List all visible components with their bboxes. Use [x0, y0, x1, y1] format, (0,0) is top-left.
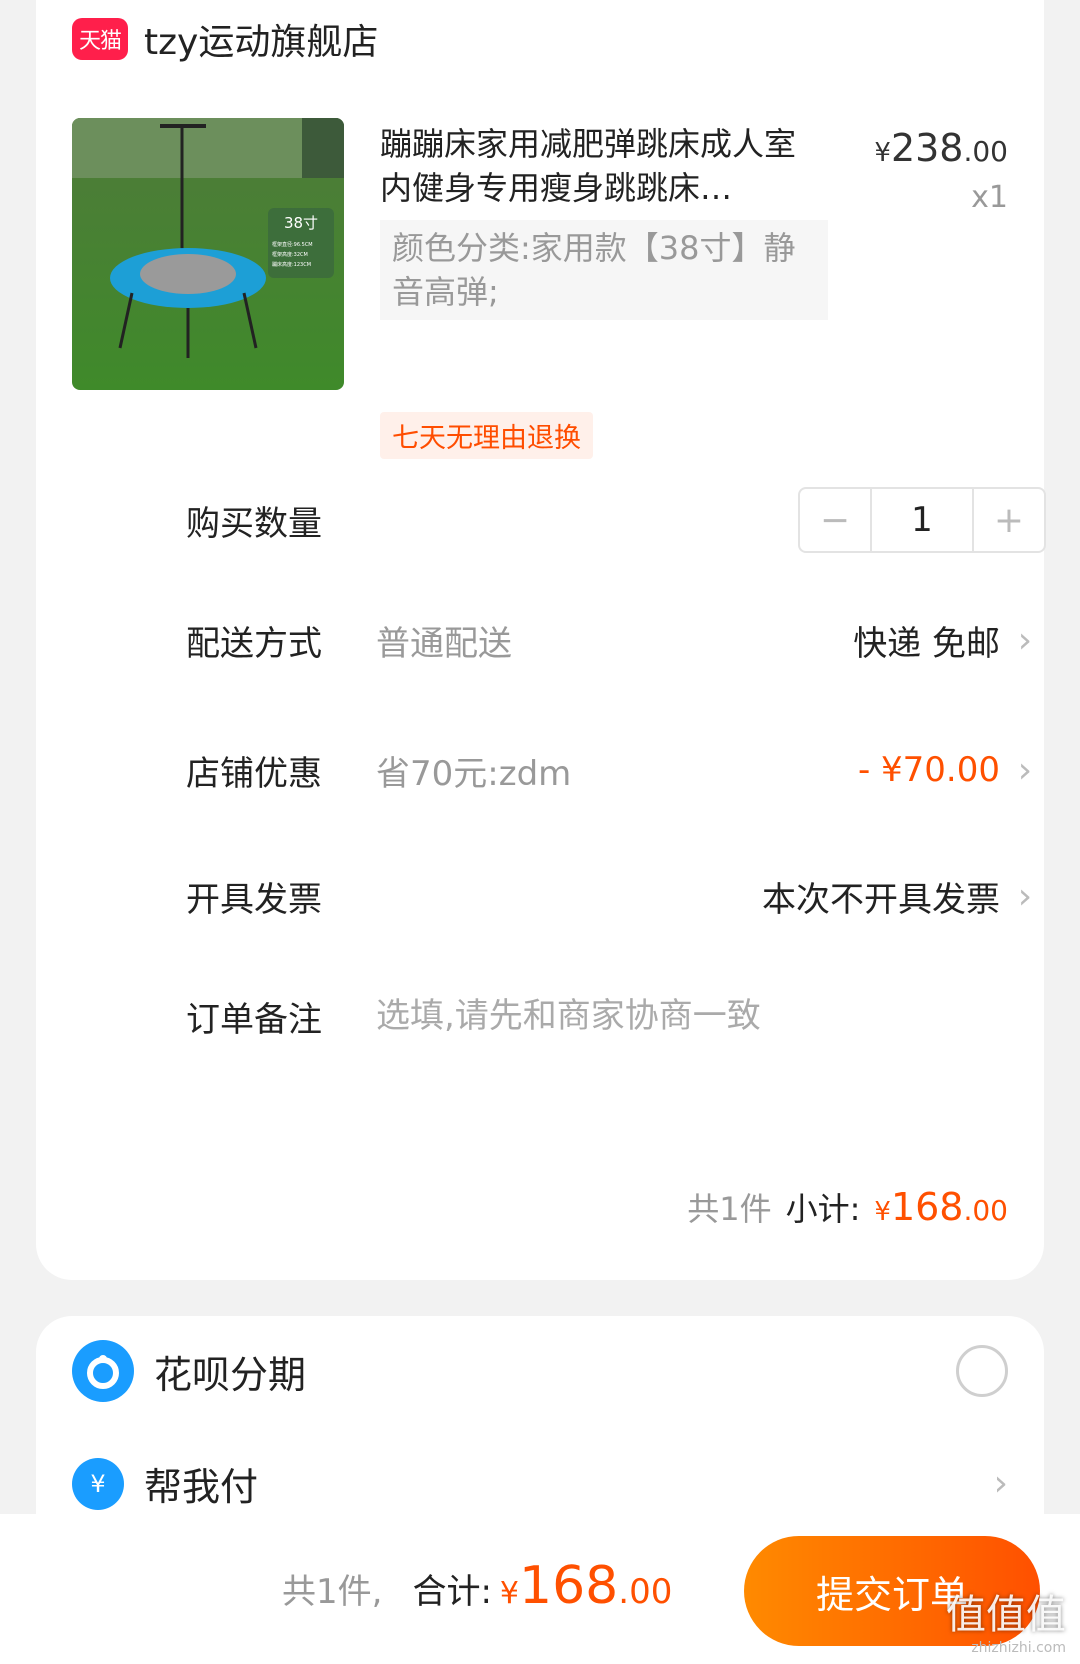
quantity-stepper[interactable]: − 1 +	[798, 487, 1046, 553]
remark-row: 订单备注	[186, 986, 1050, 1046]
helppay-label: 帮我付	[144, 1465, 259, 1509]
chevron-right-icon: ›	[1017, 619, 1033, 661]
discount-desc: 省70元:zdm	[376, 753, 572, 794]
return-policy-tag: 七天无理由退换	[380, 412, 593, 459]
store-discount-row[interactable]: 店铺优惠 省70元:zdm - ¥70.00 ›	[186, 740, 1050, 800]
subtotal: 共1件 小计: ¥168.00	[687, 1184, 1008, 1230]
helppay-row[interactable]: ¥ 帮我付 ›	[72, 1456, 1008, 1511]
invoice-value[interactable]: 本次不开具发票 ›	[762, 872, 1050, 921]
svg-text:框架直径:96.5CM: 框架直径:96.5CM	[272, 241, 313, 248]
shipping-row[interactable]: 配送方式 普通配送 快递 免邮 ›	[186, 610, 1050, 670]
invoice-row[interactable]: 开具发票 本次不开具发票 ›	[186, 866, 1050, 926]
subtotal-amount: ¥168.00	[874, 1185, 1008, 1229]
shipping-method: 普通配送	[376, 623, 512, 664]
chevron-right-icon: ›	[993, 1463, 1008, 1504]
order-card: 天猫 tzy运动旗舰店 38寸 框架直径:96.5CM 框架高度:32CM 蹦床…	[36, 0, 1046, 1280]
chevron-right-icon: ›	[1017, 875, 1033, 917]
discount-value[interactable]: - ¥70.00 ›	[858, 750, 1050, 791]
svg-text:框架高度:32CM: 框架高度:32CM	[272, 251, 308, 258]
quantity-label: 购买数量	[186, 503, 322, 544]
product-title[interactable]: 蹦蹦床家用减肥弹跳床成人室内健身专用瘦身跳跳床…	[380, 122, 820, 210]
chevron-right-icon: ›	[1017, 749, 1033, 791]
store-name[interactable]: tzy运动旗舰店	[144, 13, 378, 65]
yuan-icon: ¥	[72, 1457, 124, 1510]
tmall-logo: 天猫	[72, 18, 128, 60]
watermark: 值值值 zhizhizhi.com	[946, 1592, 1066, 1656]
svg-text:38寸: 38寸	[284, 214, 318, 232]
shipping-value[interactable]: 快递 免邮 ›	[853, 616, 1050, 665]
product-price: ¥238.00	[874, 126, 1008, 170]
product-image[interactable]: 38寸 框架直径:96.5CM 框架高度:32CM 蹦床高度:123CM	[72, 118, 344, 390]
decrement-button[interactable]: −	[800, 489, 870, 551]
huabei-row[interactable]: 花呗分期	[72, 1340, 1008, 1402]
product-quantity: x1	[971, 180, 1008, 215]
huabei-radio[interactable]	[956, 1345, 1008, 1397]
trampoline-image: 38寸 框架直径:96.5CM 框架高度:32CM 蹦床高度:123CM	[72, 118, 344, 390]
invoice-label: 开具发票	[186, 879, 322, 920]
quantity-row: 购买数量 − 1 +	[186, 487, 1050, 553]
total-label: 合计:	[412, 1572, 492, 1612]
quantity-value[interactable]: 1	[870, 489, 974, 551]
total-count: 共1件,	[282, 1572, 383, 1612]
huabei-label: 花呗分期	[154, 1352, 307, 1397]
sku-info: 颜色分类:家用款【38寸】静音高弹;	[380, 220, 828, 320]
svg-text:蹦床高度:123CM: 蹦床高度:123CM	[272, 261, 311, 268]
subtotal-label: 小计:	[785, 1190, 861, 1228]
increment-button[interactable]: +	[974, 489, 1044, 551]
total: 共1件, 合计: ¥168.00	[282, 1556, 672, 1616]
shipping-label: 配送方式	[186, 623, 322, 664]
bottom-bar: 共1件, 合计: ¥168.00 提交订单 值值值 zhizhizhi.com	[0, 1514, 1080, 1664]
remark-label: 订单备注	[186, 999, 322, 1040]
total-amount: ¥168.00	[499, 1556, 673, 1616]
discount-label: 店铺优惠	[186, 753, 322, 794]
subtotal-count: 共1件	[687, 1190, 772, 1228]
huabei-icon	[72, 1340, 134, 1402]
remark-input[interactable]	[376, 996, 996, 1036]
store-header[interactable]: 天猫 tzy运动旗舰店	[72, 14, 378, 64]
